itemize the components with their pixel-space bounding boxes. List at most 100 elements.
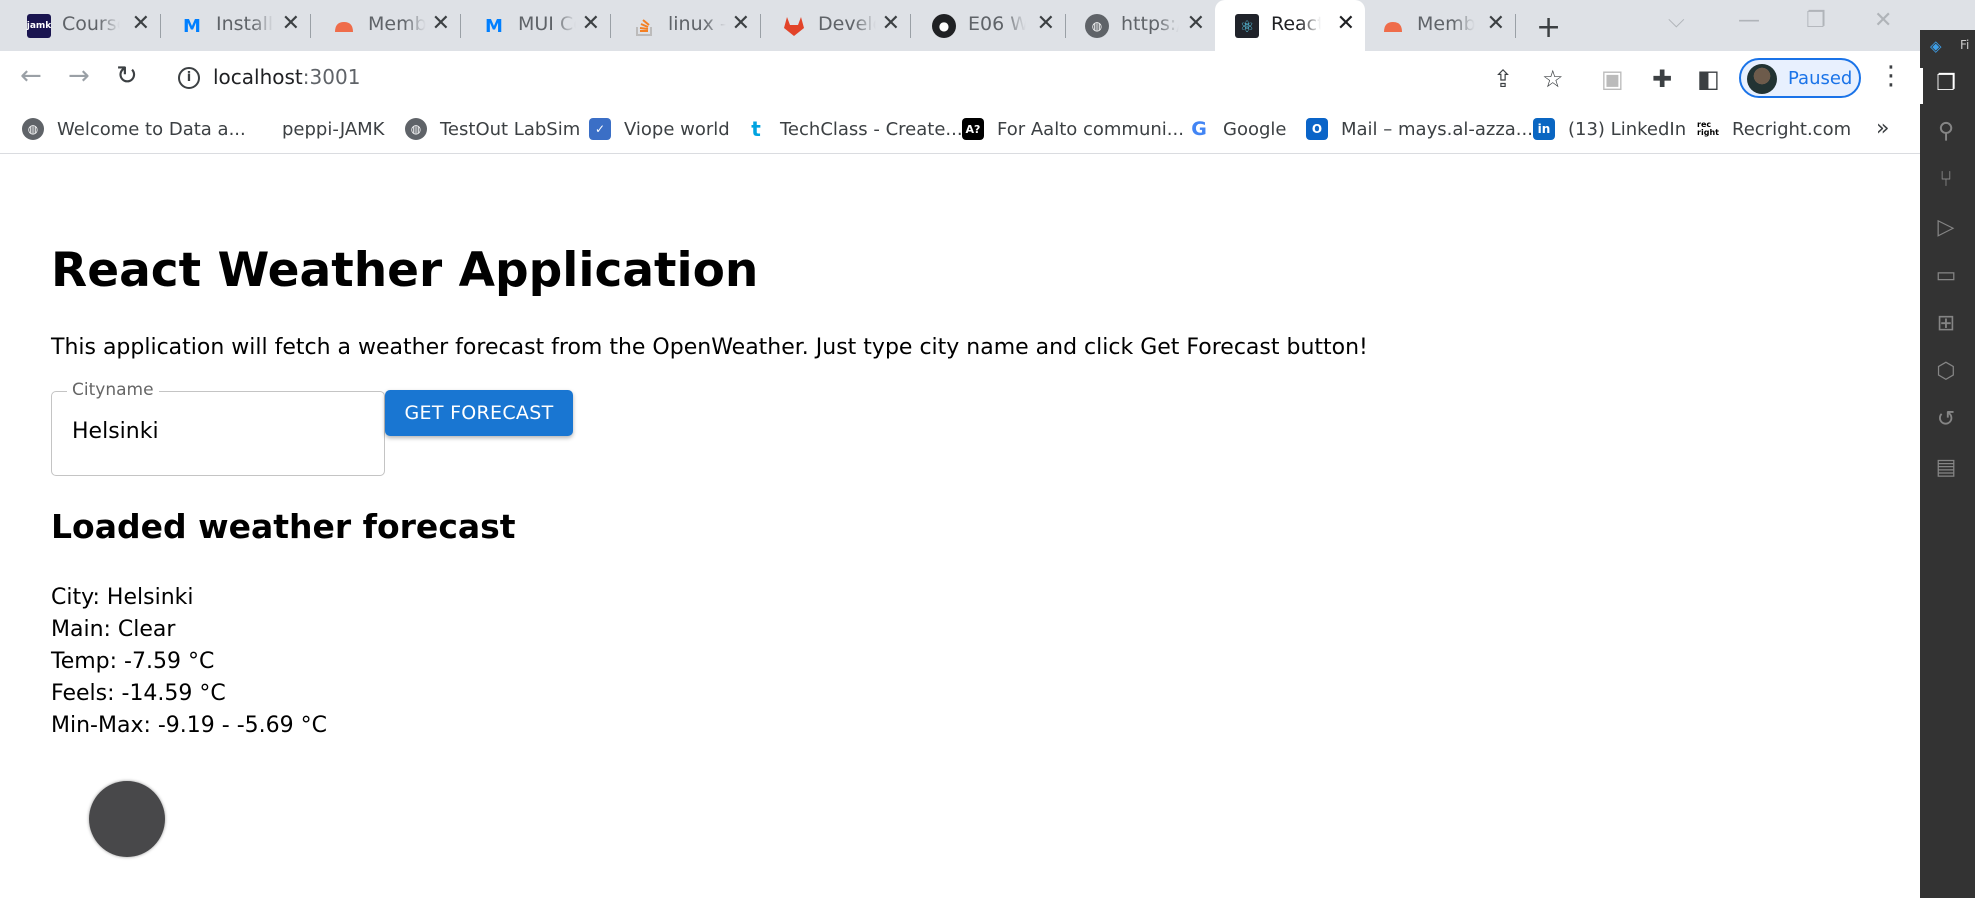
tab-separator [1515,14,1516,38]
tab-strip: jamk Course ✕ M Installa ✕ Memb ✕ M MUI … [0,0,1920,51]
site-info-icon[interactable]: i [178,67,200,89]
gitlab-icon [782,14,806,38]
globe-icon: ◍ [1085,14,1109,38]
pocket-extension-icon[interactable]: ▣ [1601,65,1624,93]
bookmark-item[interactable]: in (13) LinkedIn [1533,115,1686,143]
run-debug-icon[interactable]: ▷ [1932,214,1960,242]
tab-title: MUI Co [518,13,576,35]
close-icon[interactable]: ✕ [132,11,150,37]
forward-arrow-icon[interactable]: → [68,61,90,91]
bookmark-item[interactable]: ✓ Viope world [589,115,730,143]
browser-tab[interactable]: ◍ https:/ ✕ [1065,0,1215,51]
window-close-icon[interactable]: ✕ [1874,8,1892,33]
close-icon[interactable]: ✕ [1337,11,1355,37]
close-icon[interactable]: ✕ [732,11,750,37]
bookmark-label: Google [1223,118,1287,140]
extensions-icon[interactable]: ⊞ [1932,310,1960,338]
browser-tab[interactable]: ● E06 W ✕ [910,0,1065,51]
close-icon[interactable]: ✕ [1187,11,1205,37]
explorer-files-icon[interactable]: ❐ [1932,70,1960,98]
address-bar[interactable]: localhost:3001 [213,65,360,89]
bookmark-label: Viope world [624,118,730,140]
star-bookmark-icon[interactable]: ☆ [1542,65,1564,93]
weather-city: City: Helsinki [51,585,194,610]
profile-button[interactable]: Paused [1739,58,1861,98]
browser-tab[interactable]: M MUI Co ✕ [460,0,610,51]
github-icon: ● [932,14,956,38]
weather-min-max: Min-Max: -9.19 - -5.69 °C [51,713,327,738]
side-panel-icon[interactable]: ◧ [1697,65,1720,93]
bookmark-item[interactable]: G Google [1188,115,1286,143]
weather-main: Main: Clear [51,617,176,642]
outlook-icon: O [1306,118,1328,140]
reload-icon[interactable]: ↻ [116,61,138,91]
bookmarks-bar: ◍ Welcome to Data a... peppi-JAMK ◍ TestOu… [0,106,1920,154]
browser-tab[interactable]: Memb ✕ [1365,0,1515,51]
bookmark-label: For Aalto communi... [997,118,1184,140]
close-icon[interactable]: ✕ [582,11,600,37]
browser-tab[interactable]: M Installa ✕ [160,0,310,51]
tab-title: Memb [368,13,426,35]
avatar [1747,64,1777,94]
globe-icon: ◍ [405,118,427,140]
bookmark-item[interactable]: A? For Aalto communi... [962,115,1184,143]
page-content: React Weather Application This applicati… [0,155,1920,898]
google-icon: G [1191,118,1207,140]
mui-logo-icon: M [485,15,503,37]
restore-icon[interactable]: ❐ [1806,8,1826,33]
tab-title: Memb [1417,13,1475,35]
tab-search-chevron-icon[interactable]: ⌵ [1668,8,1685,33]
url-host: localhost [213,65,303,89]
search-icon[interactable]: ⚲ [1932,118,1960,146]
new-tab-plus-icon[interactable]: + [1536,10,1561,45]
back-arrow-icon[interactable]: ← [20,61,42,91]
active-indicator [1920,68,1923,104]
share-icon[interactable]: ⇪ [1493,65,1513,93]
package-cube-icon[interactable]: ⬡ [1932,358,1960,386]
browser-tab[interactable]: jamk Course ✕ [0,0,160,51]
weather-temp: Temp: -7.59 °C [51,649,215,674]
source-control-icon[interactable]: ⑂ [1932,166,1960,194]
close-icon[interactable]: ✕ [1037,11,1055,37]
extensions-puzzle-icon[interactable]: ✚ [1652,65,1672,93]
close-icon[interactable]: ✕ [432,11,450,37]
browser-tab-active[interactable]: ⚛ React / ✕ [1215,0,1365,51]
linkedin-icon: in [1533,118,1555,140]
globe-icon: ◍ [22,118,44,140]
bookmark-item[interactable]: peppi-JAMK [247,115,385,143]
cityname-field[interactable]: Cityname [51,380,385,476]
bookmark-item[interactable]: O Mail – mays.al-azza... [1306,115,1533,143]
minimize-icon[interactable]: — [1738,8,1760,33]
membership-cloud-icon [1381,14,1405,38]
weather-feels: Feels: -14.59 °C [51,681,226,706]
get-forecast-button[interactable]: GET FORECAST [385,390,573,436]
close-icon[interactable]: ✕ [1487,11,1505,37]
tab-title: Course [62,13,120,35]
bookmarks-overflow-chevron-icon[interactable]: » [1876,116,1889,141]
timeline-history-icon[interactable]: ↺ [1932,406,1960,434]
browser-tab[interactable]: linux - ✕ [610,0,760,51]
bookmark-item[interactable]: ◍ TestOut LabSim [405,115,580,143]
blank-icon [247,118,269,140]
page-title: React Weather Application [51,243,759,298]
tab-title: E06 W [968,13,1026,35]
browser-tab[interactable]: Memb ✕ [310,0,460,51]
cityname-input[interactable] [72,419,362,444]
loaded-forecast-heading: Loaded weather forecast [51,507,516,546]
cityname-label: Cityname [67,380,159,400]
bookmark-item[interactable]: rec right Recright.com [1697,115,1851,143]
notebook-icon[interactable]: ▤ [1932,454,1960,482]
weather-condition-icon [89,781,165,857]
tab-title: linux - [668,13,726,35]
bookmark-label: TestOut LabSim [440,118,581,140]
bookmark-label: Welcome to Data a... [57,118,246,140]
tab-title: https:/ [1121,13,1179,35]
menu-kebab-icon[interactable]: ⋮ [1878,61,1904,91]
close-icon[interactable]: ✕ [282,11,300,37]
bookmark-item[interactable]: ◍ Welcome to Data a... [22,115,246,143]
bookmark-item[interactable]: t TechClass - Create... [745,115,962,143]
browser-tab[interactable]: Develo ✕ [760,0,910,51]
close-icon[interactable]: ✕ [882,11,900,37]
viope-icon: ✓ [589,118,611,140]
remote-explorer-icon[interactable]: ▭ [1932,262,1960,290]
